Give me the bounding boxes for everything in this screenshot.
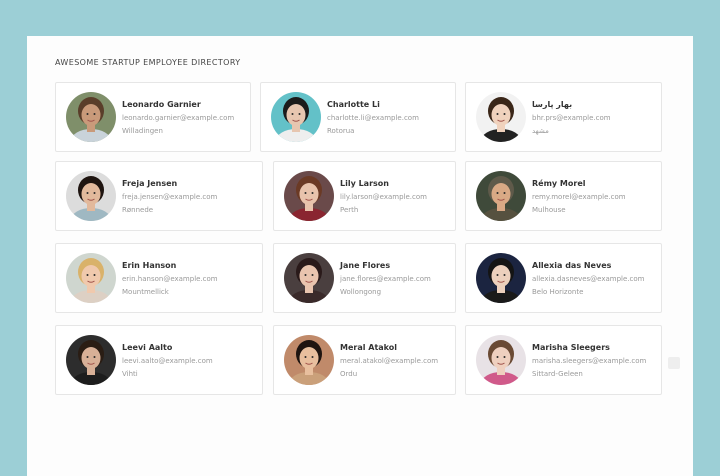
avatar [66, 335, 116, 385]
avatar [284, 253, 334, 303]
employee-city: Wollongong [340, 288, 382, 296]
employee-info: Jane Flores jane.flores@example.com Woll… [340, 261, 451, 301]
employee-name: Meral Atakol [340, 343, 398, 352]
employee-card[interactable]: Jane Flores jane.flores@example.com Woll… [273, 243, 456, 313]
employee-card[interactable]: Rémy Morel remy.morel@example.com Mulhou… [465, 161, 662, 231]
employee-email: allexia.dasneves@example.com [532, 275, 645, 283]
employee-name: Rémy Morel [532, 179, 586, 188]
employee-email: meral.atakol@example.com [340, 357, 439, 365]
employee-name: بهار پارسا [532, 100, 573, 109]
employee-card[interactable]: Lily Larson lily.larson@example.com Pert… [273, 161, 456, 231]
employee-card[interactable]: بهار پارسا bhr.prs@example.com مشهد [465, 82, 662, 152]
employee-city: Perth [340, 206, 359, 214]
employee-info: Rémy Morel remy.morel@example.com Mulhou… [532, 179, 657, 219]
employee-card[interactable]: Meral Atakol meral.atakol@example.com Or… [273, 325, 456, 395]
employee-name: Leevi Aalto [122, 343, 173, 352]
employee-name: Freja Jensen [122, 179, 178, 188]
employee-name: Lily Larson [340, 179, 389, 188]
employee-email: leevi.aalto@example.com [122, 357, 213, 365]
employee-name: Charlotte Li [327, 100, 380, 109]
employee-info: Meral Atakol meral.atakol@example.com Or… [340, 343, 451, 383]
employee-info: Lily Larson lily.larson@example.com Pert… [340, 179, 451, 219]
employee-info: Charlotte Li charlotte.li@example.com Ro… [327, 100, 451, 140]
avatar [476, 253, 526, 303]
employee-city: Mulhouse [532, 206, 566, 214]
employee-card[interactable]: Charlotte Li charlotte.li@example.com Ro… [260, 82, 456, 152]
employee-info: Leonardo Garnier leonardo.garnier@exampl… [122, 100, 246, 140]
scroll-to-top-button[interactable] [668, 357, 680, 369]
employee-info: Marisha Sleegers marisha.sleegers@exampl… [532, 343, 657, 383]
employee-city: Belo Horizonte [532, 288, 584, 296]
employee-email: freja.jensen@example.com [122, 193, 218, 201]
avatar [66, 253, 116, 303]
employee-info: Freja Jensen freja.jensen@example.com Rø… [122, 179, 258, 219]
employee-name: Leonardo Garnier [122, 100, 201, 109]
employee-city: Mountmellick [122, 288, 169, 296]
employee-card[interactable]: Leevi Aalto leevi.aalto@example.com Viht… [55, 325, 263, 395]
employee-name: Jane Flores [340, 261, 391, 270]
employee-city: مشهد [532, 127, 549, 135]
employee-city: Rotorua [327, 127, 355, 135]
employee-email: erin.hanson@example.com [122, 275, 218, 283]
employee-name: Erin Hanson [122, 261, 177, 270]
employee-email: jane.flores@example.com [340, 275, 431, 283]
employee-card[interactable]: Freja Jensen freja.jensen@example.com Rø… [55, 161, 263, 231]
avatar [476, 335, 526, 385]
employee-info: Allexia das Neves allexia.dasneves@examp… [532, 261, 657, 301]
employee-name: Marisha Sleegers [532, 343, 610, 352]
employee-email: bhr.prs@example.com [532, 114, 611, 122]
employee-name: Allexia das Neves [532, 261, 612, 270]
avatar [284, 171, 334, 221]
employee-city: Vihti [122, 370, 138, 378]
employee-card[interactable]: Erin Hanson erin.hanson@example.com Moun… [55, 243, 263, 313]
employee-info: Erin Hanson erin.hanson@example.com Moun… [122, 261, 258, 301]
employee-city: Rønnede [122, 206, 154, 214]
employee-email: marisha.sleegers@example.com [532, 357, 647, 365]
employee-email: charlotte.li@example.com [327, 114, 419, 122]
employee-info: بهار پارسا bhr.prs@example.com مشهد [532, 100, 657, 140]
avatar [271, 92, 321, 142]
employee-email: lily.larson@example.com [340, 193, 427, 201]
avatar [66, 92, 116, 142]
employee-email: remy.morel@example.com [532, 193, 626, 201]
employee-info: Leevi Aalto leevi.aalto@example.com Viht… [122, 343, 258, 383]
employee-card[interactable]: Leonardo Garnier leonardo.garnier@exampl… [55, 82, 251, 152]
avatar [476, 92, 526, 142]
employee-city: Willadingen [122, 127, 163, 135]
page-title: AWESOME STARTUP EMPLOYEE DIRECTORY [55, 58, 241, 67]
avatar [284, 335, 334, 385]
avatar [66, 171, 116, 221]
employee-city: Sittard-Geleen [532, 370, 583, 378]
employee-card[interactable]: Allexia das Neves allexia.dasneves@examp… [465, 243, 662, 313]
employee-city: Ordu [340, 370, 358, 378]
employee-card[interactable]: Marisha Sleegers marisha.sleegers@exampl… [465, 325, 662, 395]
avatar [476, 171, 526, 221]
employee-email: leonardo.garnier@example.com [122, 114, 235, 122]
